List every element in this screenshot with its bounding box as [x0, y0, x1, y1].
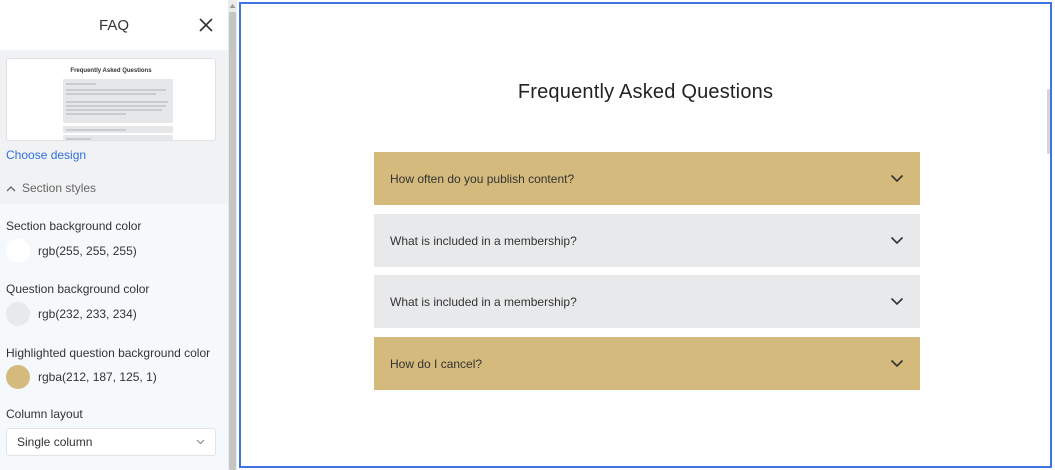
- section-bg-label: Section background color: [6, 219, 142, 233]
- thumbnail-open-item: [63, 79, 173, 123]
- question-bg-value: rgb(232, 233, 234): [38, 307, 137, 321]
- panel-header: FAQ: [0, 0, 228, 50]
- highlight-bg-swatch[interactable]: [6, 365, 30, 389]
- highlight-bg-color-picker[interactable]: rgba(212, 187, 125, 1): [6, 365, 157, 389]
- chevron-up-icon: [6, 185, 16, 191]
- highlight-bg-value: rgba(212, 187, 125, 1): [38, 370, 157, 384]
- faq-section-title: Frequently Asked Questions: [517, 81, 774, 103]
- section-bg-value: rgb(255, 255, 255): [38, 244, 137, 258]
- chevron-down-icon[interactable]: [890, 359, 904, 368]
- question-bg-color-picker[interactable]: rgb(232, 233, 234): [6, 302, 137, 326]
- design-section: Frequently Asked Questions Choose design: [0, 50, 228, 204]
- section-styles-toggle[interactable]: Section styles: [6, 181, 96, 195]
- section-bg-color-picker[interactable]: rgb(255, 255, 255): [6, 239, 137, 263]
- panel-title: FAQ: [98, 16, 129, 34]
- preview-scroll-indicator[interactable]: [1047, 89, 1050, 154]
- thumbnail-item: [63, 135, 173, 140]
- scroll-up-arrow-icon[interactable]: [229, 3, 236, 9]
- faq-preview-canvas[interactable]: Frequently Asked Questions How often do …: [239, 2, 1052, 468]
- faq-question-text: What is included in a membership?: [390, 294, 577, 309]
- chevron-down-icon: [196, 439, 205, 445]
- faq-question-text: What is included in a membership?: [390, 233, 577, 248]
- faq-question-text: How often do you publish content?: [390, 171, 575, 186]
- panel-scrollbar[interactable]: [228, 0, 237, 470]
- question-bg-swatch[interactable]: [6, 302, 30, 326]
- settings-panel: FAQ Frequently Asked Questions Choose de…: [0, 0, 228, 470]
- chevron-down-icon[interactable]: [890, 174, 904, 183]
- thumbnail-item: [63, 126, 173, 133]
- question-bg-label: Question background color: [6, 282, 150, 296]
- design-thumbnail[interactable]: Frequently Asked Questions: [6, 58, 216, 141]
- faq-question-1[interactable]: How often do you publish content?: [374, 152, 920, 205]
- column-layout-select[interactable]: Single column: [6, 428, 216, 456]
- column-layout-value: Single column: [17, 435, 93, 449]
- column-layout-label: Column layout: [6, 407, 83, 421]
- faq-question-4[interactable]: How do I cancel?: [374, 337, 920, 390]
- chevron-down-icon[interactable]: [890, 297, 904, 306]
- section-bg-swatch[interactable]: [6, 239, 30, 263]
- faq-question-3[interactable]: What is included in a membership?: [374, 275, 920, 328]
- section-styles-label: Section styles: [22, 181, 97, 195]
- faq-question-2[interactable]: What is included in a membership?: [374, 214, 920, 267]
- choose-design-link[interactable]: Choose design: [6, 148, 86, 162]
- close-icon[interactable]: [196, 15, 216, 35]
- highlight-bg-label: Highlighted question background color: [6, 346, 211, 360]
- faq-question-text: How do I cancel?: [390, 356, 483, 371]
- thumbnail-title: Frequently Asked Questions: [70, 68, 152, 74]
- scrollbar-thumb[interactable]: [229, 12, 236, 470]
- chevron-down-icon[interactable]: [890, 236, 904, 245]
